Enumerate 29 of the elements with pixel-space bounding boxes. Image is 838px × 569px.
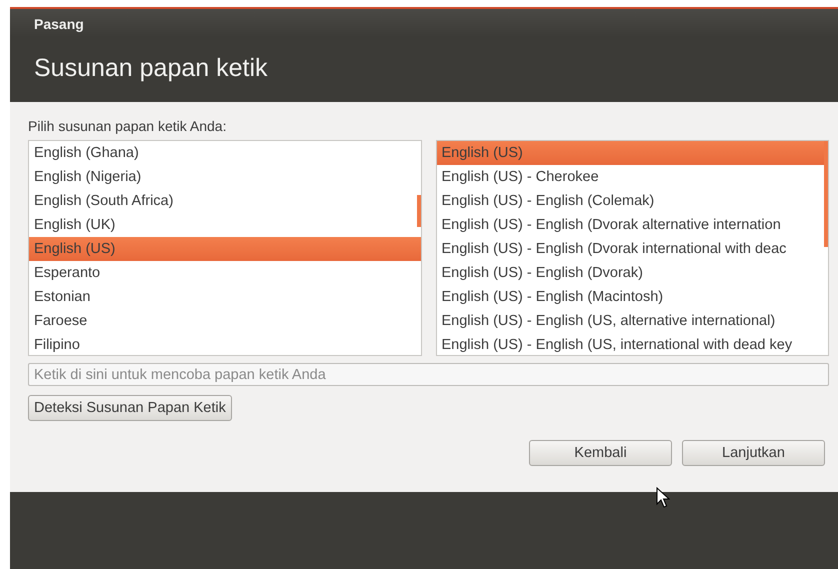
scrollbar[interactable] [416, 195, 420, 227]
list-item[interactable]: English (US) - English (US, alternative international) [436, 309, 828, 333]
list-item[interactable]: English (US) - English (US, international with dead key [436, 333, 828, 355]
test-input-field[interactable]: Ketik di sini untuk mencoba papan ketik Anda [28, 363, 829, 386]
list-item[interactable]: Esperanto [29, 261, 420, 285]
list-item[interactable]: English (Ghana) [29, 141, 420, 165]
mouse-pointer-icon [656, 487, 670, 509]
list-item[interactable]: English (Nigeria) [29, 165, 420, 189]
list-item[interactable]: English (US) - English (Colemak) [436, 189, 828, 213]
window-title: Pasang [34, 16, 84, 32]
list-item[interactable]: English (US) - English (Dvorak alternative internation [436, 213, 828, 237]
list-item[interactable]: English (US) - Cherokee [436, 165, 828, 189]
list-item[interactable]: English (US) [29, 237, 420, 261]
layout-list[interactable]: English (Ghana) English (Nigeria) English (South Africa) English (UK) English (US) Esperanto Estonian Faroese Filipino [28, 140, 422, 356]
scrollbar[interactable] [824, 141, 828, 247]
list-item[interactable]: English (UK) [29, 213, 420, 237]
list-item[interactable]: Faroese [29, 309, 420, 333]
nav-button[interactable]: Kembali [529, 440, 672, 466]
page-heading: Susunan papan ketik [34, 54, 268, 83]
list-item[interactable]: English (US) - English (Dvorak international with deac [436, 237, 828, 261]
nav-button[interactable]: Lanjutkan [682, 440, 825, 466]
list-item[interactable]: Estonian [29, 285, 420, 309]
list-item[interactable]: English (US) - English (Macintosh) [436, 285, 828, 309]
detect-button[interactable]: Deteksi Susunan Papan Ketik [28, 395, 232, 421]
prompt-label: Pilih susunan papan ketik Anda: [28, 118, 226, 134]
variant-list[interactable] [436, 140, 829, 356]
list-item[interactable]: English (South Africa) [29, 189, 420, 213]
list-item[interactable]: Filipino [29, 333, 420, 355]
list-item[interactable]: English (US) - English (Dvorak) [436, 261, 828, 285]
